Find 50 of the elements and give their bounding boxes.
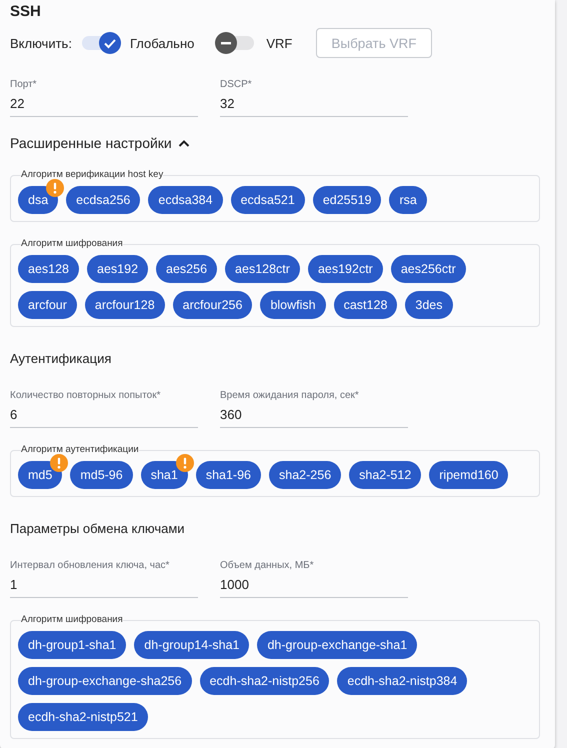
- algorithm-chip[interactable]: aes192ctr: [308, 255, 383, 283]
- algorithm-chip[interactable]: arcfour: [18, 291, 77, 319]
- algorithm-chip[interactable]: dh-group1-sha1: [18, 631, 126, 659]
- group-label: Алгоритм верификации host key: [21, 169, 164, 181]
- input-field[interactable]: DSCP* 32: [220, 78, 408, 117]
- algorithm-chip[interactable]: aes256ctr: [390, 255, 466, 283]
- algorithm-chip[interactable]: dh-group-exchange-sha1: [257, 631, 418, 659]
- algorithm-chip[interactable]: dh-group-exchange-sha256: [18, 667, 192, 695]
- enable-label: Включить:: [10, 36, 72, 50]
- algorithm-chip[interactable]: aes256: [156, 255, 218, 283]
- input-field[interactable]: Порт* 22: [10, 78, 198, 117]
- algorithm-chip[interactable]: blowfish: [260, 291, 326, 319]
- algorithm-chip[interactable]: sha2-256: [269, 461, 342, 489]
- algorithm-chip[interactable]: aes128ctr: [225, 255, 300, 283]
- algorithm-chip[interactable]: md5-96: [70, 461, 133, 489]
- algorithm-chip[interactable]: dh-group14-sha1: [134, 631, 250, 659]
- toggle-label: VRF: [266, 36, 292, 50]
- input-field[interactable]: Интервал обновления ключа, час* 1: [10, 559, 198, 598]
- input-field[interactable]: Время ожидания пароля, сек* 360: [220, 389, 408, 428]
- algorithm-chip[interactable]: sha1-96: [196, 461, 262, 489]
- subsection-heading: Аутентификация: [10, 350, 112, 368]
- algorithm-chip[interactable]: ecdh-sha2-nistp384: [337, 667, 468, 695]
- algorithm-chip[interactable]: ecdh-sha2-nistp256: [200, 667, 330, 695]
- algorithm-chip[interactable]: aes192: [87, 255, 148, 283]
- algorithm-chip[interactable]: arcfour256: [172, 291, 252, 319]
- algorithm-chip[interactable]: ecdsa256: [66, 186, 140, 214]
- subsection-heading: Параметры обмена ключами: [10, 520, 186, 538]
- algorithm-chip[interactable]: arcfour128: [84, 291, 165, 319]
- algorithm-chip[interactable]: ecdsa384: [148, 186, 223, 214]
- algorithm-chip[interactable]: ecdsa521: [230, 186, 305, 214]
- algorithm-chip[interactable]: cast128: [334, 291, 398, 319]
- group-label: Алгоритм шифрования: [21, 614, 123, 626]
- input-field[interactable]: Количество повторных попыток* 6: [10, 389, 198, 428]
- chevron-icon: [178, 139, 190, 147]
- section-title: SSH: [10, 2, 42, 22]
- algorithm-chip[interactable]: sha1: [140, 461, 188, 489]
- input-field[interactable]: Объем данных, МБ* 1000: [220, 559, 408, 598]
- advanced-settings-toggle[interactable]: Расширенные настройки: [10, 133, 190, 153]
- algorithm-chip[interactable]: 3des: [405, 291, 452, 319]
- algorithm-chip[interactable]: aes128: [18, 255, 80, 283]
- toggle-label: Глобально: [130, 36, 194, 50]
- algorithm-chip[interactable]: dsa: [18, 186, 58, 214]
- algorithm-chip[interactable]: md5: [18, 461, 62, 489]
- algorithm-chip[interactable]: ed25519: [312, 186, 382, 214]
- algorithm-chip[interactable]: ecdh-sha2-nistp521: [18, 703, 148, 731]
- group-label: Алгоритм шифрования: [21, 238, 123, 250]
- group-label: Алгоритм аутентификации: [21, 444, 139, 456]
- algorithm-chip[interactable]: rsa: [389, 186, 427, 214]
- algorithm-chip[interactable]: sha2-512: [349, 461, 422, 489]
- algorithm-chip[interactable]: ripemd160: [429, 461, 508, 489]
